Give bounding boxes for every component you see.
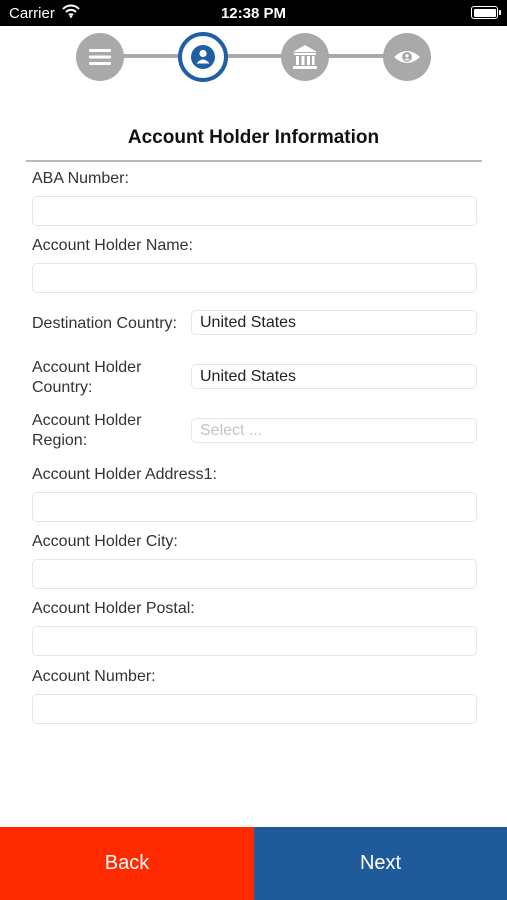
- account-number-label: Account Number:: [32, 668, 156, 685]
- eye-icon: [394, 51, 420, 63]
- step-menu[interactable]: [76, 33, 124, 81]
- clock: 12:38 PM: [220, 5, 287, 22]
- address1-input[interactable]: [32, 492, 477, 522]
- page-title: Account Holder Information: [127, 127, 380, 148]
- aba-number-label: ABA Number:: [32, 170, 129, 187]
- holder-country-label-line2: Country:: [32, 379, 93, 396]
- holder-country-label: Account Holder Country:: [32, 358, 141, 398]
- destination-country-label: Destination Country:: [32, 315, 177, 332]
- bank-icon: [293, 45, 317, 69]
- holder-region-select[interactable]: Select ...: [191, 418, 477, 443]
- destination-country-select[interactable]: United States: [191, 310, 477, 335]
- holder-region-label: Account Holder Region:: [32, 411, 141, 451]
- holder-region-label-line2: Region:: [32, 432, 88, 449]
- holder-region-label-line1: Account Holder: [32, 412, 142, 429]
- stepper-connector: [100, 54, 404, 58]
- city-input[interactable]: [32, 559, 477, 589]
- step-review[interactable]: [383, 33, 431, 81]
- battery-icon: [471, 6, 501, 19]
- holder-name-input[interactable]: [32, 263, 477, 293]
- holder-country-select[interactable]: United States: [191, 364, 477, 389]
- title-divider: [26, 160, 482, 162]
- back-button[interactable]: Back: [0, 827, 254, 900]
- postal-input[interactable]: [32, 626, 477, 656]
- progress-stepper: [0, 26, 507, 88]
- city-label: Account Holder City:: [32, 533, 178, 550]
- user-icon: [191, 45, 215, 69]
- step-account-holder[interactable]: [178, 32, 228, 82]
- status-bar: Carrier 12:38 PM: [0, 0, 507, 26]
- account-number-input[interactable]: [32, 694, 477, 724]
- postal-label: Account Holder Postal:: [32, 600, 195, 617]
- holder-name-label: Account Holder Name:: [32, 237, 193, 254]
- next-button[interactable]: Next: [254, 827, 507, 900]
- address1-label: Account Holder Address1:: [32, 466, 217, 483]
- holder-country-label-line1: Account Holder: [32, 359, 142, 376]
- menu-lines-icon: [89, 49, 111, 65]
- aba-number-input[interactable]: [32, 196, 477, 226]
- step-bank[interactable]: [281, 33, 329, 81]
- battery-level: [473, 8, 496, 17]
